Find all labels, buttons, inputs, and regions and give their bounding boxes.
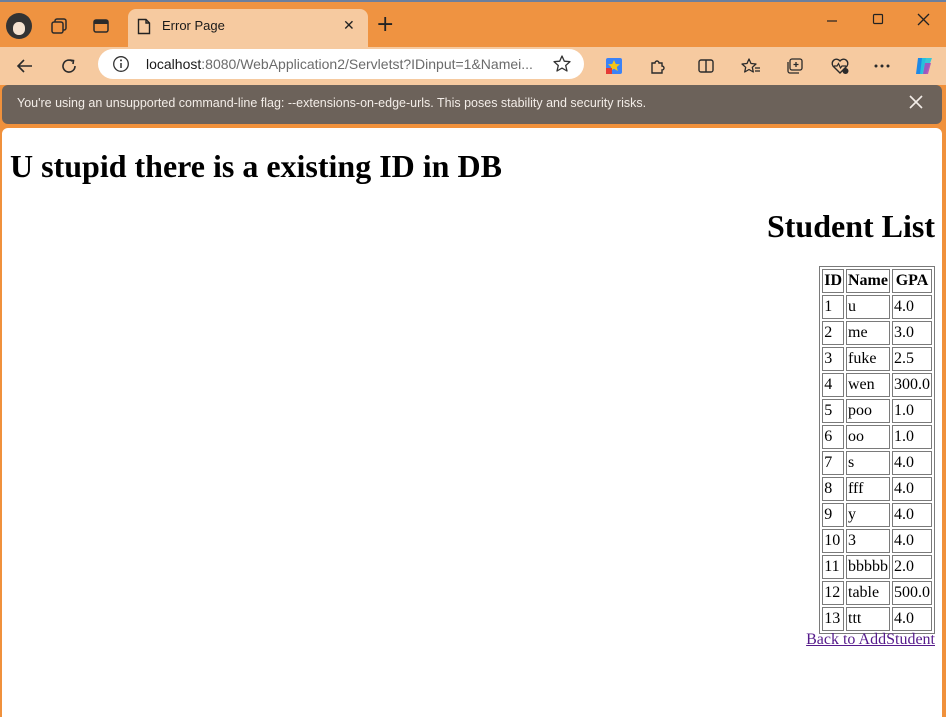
cell-id: 1: [822, 295, 844, 319]
cell-id: 13: [822, 607, 844, 631]
cell-name: fff: [846, 477, 890, 501]
favorites-icon[interactable]: [737, 52, 765, 80]
address-bar[interactable]: localhost:8080/WebApplication2/Servletst…: [98, 49, 584, 79]
cell-gpa: 4.0: [892, 503, 932, 527]
page-content: U stupid there is a existing ID in DB St…: [2, 128, 942, 717]
table-row: 12 table 500.0: [822, 581, 932, 605]
table-row: 1 u 4.0: [822, 295, 932, 319]
table-row: 2 me 3.0: [822, 321, 932, 345]
window-close-icon[interactable]: [917, 13, 930, 30]
cell-id: 3: [822, 347, 844, 371]
cell-name: 3: [846, 529, 890, 553]
table-header-row: ID Name GPA: [822, 269, 932, 293]
cell-name: ttt: [846, 607, 890, 631]
table-row: 3 fuke 2.5: [822, 347, 932, 371]
cell-name: me: [846, 321, 890, 345]
column-header-id: ID: [822, 269, 844, 293]
cell-gpa: 300.0: [892, 373, 932, 397]
table-row: 4 wen 300.0: [822, 373, 932, 397]
refresh-icon[interactable]: [55, 52, 83, 80]
close-icon[interactable]: ✕: [343, 18, 355, 34]
cell-id: 11: [822, 555, 844, 579]
cell-gpa: 2.0: [892, 555, 932, 579]
copilot-icon[interactable]: [910, 52, 938, 80]
more-icon[interactable]: [868, 52, 896, 80]
page-icon: [137, 18, 151, 39]
workspaces-icon[interactable]: [47, 14, 71, 38]
cell-name: y: [846, 503, 890, 527]
avatar-face: [13, 22, 25, 35]
cell-name: table: [846, 581, 890, 605]
title-bar: Error Page ✕ +: [0, 0, 946, 47]
cell-gpa: 4.0: [892, 529, 932, 553]
url-host: localhost: [146, 56, 202, 72]
cell-id: 12: [822, 581, 844, 605]
info-icon[interactable]: [112, 55, 130, 77]
tab-error-page[interactable]: Error Page ✕: [128, 9, 368, 47]
student-table: ID Name GPA 1 u 4.0 2 me 3.0 3 fuke 2.5 4 wen 300.0…: [819, 266, 935, 634]
column-header-gpa: GPA: [892, 269, 932, 293]
cell-gpa: 500.0: [892, 581, 932, 605]
tab-title: Error Page: [162, 18, 225, 33]
cell-gpa: 4.0: [892, 295, 932, 319]
student-list-title: Student List: [766, 208, 935, 244]
cell-name: wen: [846, 373, 890, 397]
back-icon[interactable]: [11, 52, 39, 80]
cell-gpa: 4.0: [892, 607, 932, 631]
cell-gpa: 4.0: [892, 477, 932, 501]
table-row: 13 ttt 4.0: [822, 607, 932, 631]
minimize-icon[interactable]: [826, 13, 838, 29]
cell-name: s: [846, 451, 890, 475]
cell-gpa: 4.0: [892, 451, 932, 475]
unsupported-flag-infobar: You're using an unsupported command-line…: [2, 85, 942, 124]
cell-id: 10: [822, 529, 844, 553]
cell-gpa: 2.5: [892, 347, 932, 371]
error-heading: U stupid there is a existing ID in DB: [10, 148, 502, 184]
table-row: 7 s 4.0: [822, 451, 932, 475]
browser-essentials-icon[interactable]: [826, 52, 854, 80]
new-tab-icon[interactable]: +: [376, 12, 394, 37]
cell-name: u: [846, 295, 890, 319]
cell-id: 2: [822, 321, 844, 345]
cell-name: fuke: [846, 347, 890, 371]
maximize-icon[interactable]: [872, 13, 884, 29]
desktop-strip: [0, 0, 946, 2]
table-row: 11 bbbbb 2.0: [822, 555, 932, 579]
cell-id: 8: [822, 477, 844, 501]
browser-toolbar: localhost:8080/WebApplication2/Servletst…: [0, 47, 946, 85]
back-to-add-student-link[interactable]: Back to AddStudent: [806, 631, 935, 649]
infobar-close-icon[interactable]: [908, 94, 924, 114]
split-screen-icon[interactable]: [692, 52, 720, 80]
table-row: 5 poo 1.0: [822, 399, 932, 423]
cell-gpa: 1.0: [892, 425, 932, 449]
table-row: 9 y 4.0: [822, 503, 932, 527]
cell-id: 6: [822, 425, 844, 449]
extension-colorful-icon[interactable]: [600, 52, 628, 80]
table-row: 10 3 4.0: [822, 529, 932, 553]
student-rows: 1 u 4.0 2 me 3.0 3 fuke 2.5 4 wen 300.0 5 poo 1.0 6 oo 1.…: [822, 295, 932, 631]
favorite-star-icon[interactable]: [552, 54, 572, 78]
cell-name: oo: [846, 425, 890, 449]
tab-actions-icon[interactable]: [89, 14, 113, 38]
column-header-name: Name: [846, 269, 890, 293]
collections-icon[interactable]: [781, 52, 809, 80]
cell-id: 7: [822, 451, 844, 475]
cell-id: 5: [822, 399, 844, 423]
table-row: 8 fff 4.0: [822, 477, 932, 501]
cell-name: poo: [846, 399, 890, 423]
table-row: 6 oo 1.0: [822, 425, 932, 449]
profile-avatar[interactable]: [6, 13, 32, 39]
cell-id: 4: [822, 373, 844, 397]
cell-name: bbbbb: [846, 555, 890, 579]
infobar-message: You're using an unsupported command-line…: [17, 96, 647, 110]
cell-id: 9: [822, 503, 844, 527]
cell-gpa: 1.0: [892, 399, 932, 423]
url-path: :8080/WebApplication2/Servletst?IDinput=…: [201, 56, 533, 72]
extensions-icon[interactable]: [644, 52, 672, 80]
url-text[interactable]: localhost:8080/WebApplication2/Servletst…: [146, 56, 533, 72]
cell-gpa: 3.0: [892, 321, 932, 345]
